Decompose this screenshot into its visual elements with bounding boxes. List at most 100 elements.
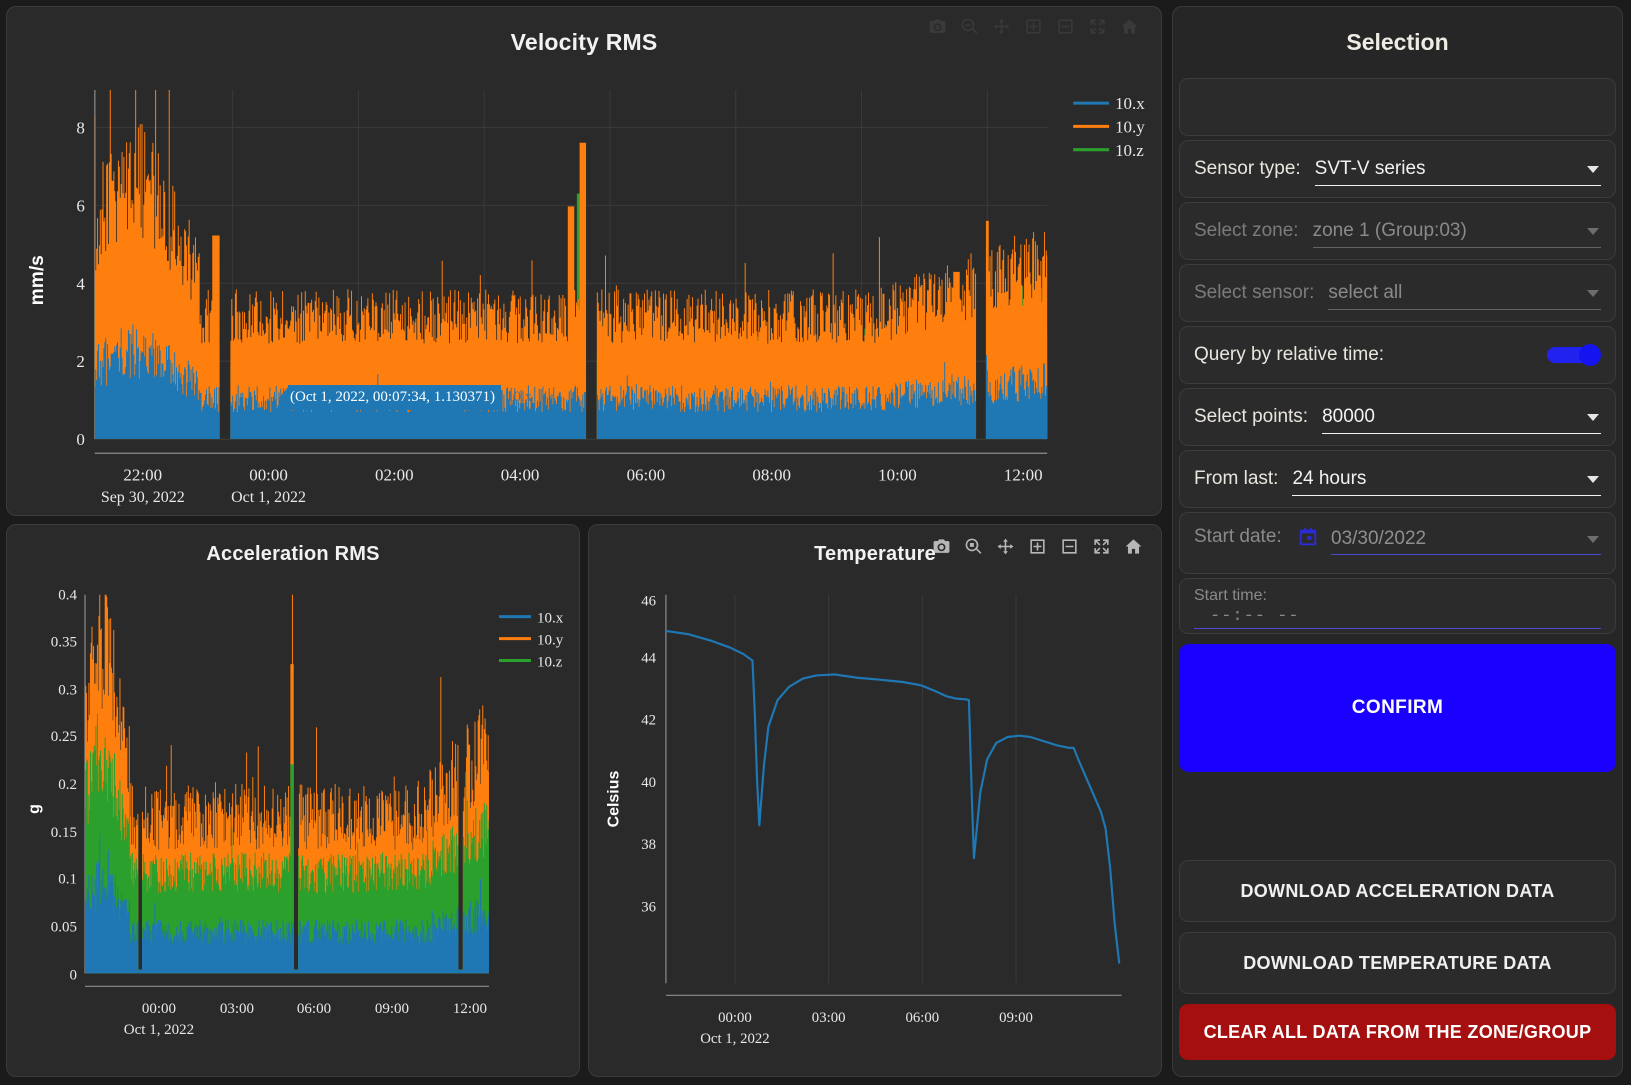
svg-text:10.x: 10.x — [1115, 94, 1145, 113]
svg-text:00:00: 00:00 — [142, 1001, 176, 1017]
svg-text:10.y: 10.y — [1115, 117, 1145, 136]
velocity-plot: 0 2 4 6 8 mm/s 22:00 00:00 02:00 04:00 0… — [7, 7, 1161, 515]
velocity-legend: 10.x 10.y 10.z — [1073, 94, 1145, 160]
svg-text:46: 46 — [641, 594, 656, 610]
svg-text:0.3: 0.3 — [58, 682, 77, 698]
svg-text:00:00: 00:00 — [249, 465, 288, 484]
svg-text:44: 44 — [641, 650, 656, 666]
temperature-gridlines — [735, 595, 1016, 984]
download-temperature-button[interactable]: DOWNLOAD TEMPERATURE DATA — [1179, 932, 1616, 994]
svg-text:00:00: 00:00 — [718, 1010, 752, 1026]
select-sensor-select[interactable]: select all — [1328, 276, 1601, 310]
start-time-row[interactable]: Start time: --:-- -- — [1179, 578, 1616, 634]
svg-text:04:00: 04:00 — [501, 465, 540, 484]
acceleration-plot: 0 0.05 0.1 0.15 0.2 0.25 0.3 0.35 0.4 g … — [7, 525, 579, 1076]
acceleration-traces — [85, 556, 489, 973]
svg-text:08:00: 08:00 — [752, 465, 791, 484]
start-time-input[interactable]: --:-- -- — [1194, 607, 1601, 629]
velocity-traces — [95, 65, 1047, 439]
from-last-label: From last: — [1194, 468, 1278, 490]
svg-text:06:00: 06:00 — [905, 1010, 939, 1026]
bottom-charts-row: Acceleration RMS 0 0.05 0.1 0.15 — [6, 524, 1162, 1077]
query-relative-time-row[interactable]: Query by relative time: — [1179, 326, 1616, 384]
select-sensor-row[interactable]: Select sensor: select all — [1179, 264, 1616, 322]
acceleration-x-ticks: 00:00 03:00 06:00 09:00 12:00 Oct 1, 202… — [124, 1001, 487, 1038]
chevron-down-icon[interactable] — [1587, 290, 1599, 297]
select-points-select[interactable]: 80000 — [1322, 400, 1601, 434]
select-sensor-label: Select sensor: — [1194, 282, 1314, 304]
confirm-button[interactable]: CONFIRM — [1179, 644, 1616, 772]
svg-text:Oct 1, 2022: Oct 1, 2022 — [124, 1022, 194, 1038]
clear-all-data-button[interactable]: CLEAR ALL DATA FROM THE ZONE/GROUP — [1179, 1004, 1616, 1060]
svg-text:10.y: 10.y — [537, 633, 564, 649]
svg-text:42: 42 — [641, 712, 656, 728]
svg-text:22:00: 22:00 — [123, 465, 162, 484]
svg-text:0.2: 0.2 — [58, 777, 77, 793]
svg-text:10.z: 10.z — [537, 655, 563, 671]
svg-text:0.25: 0.25 — [51, 729, 77, 745]
dashboard-root: Velocity RMS — [0, 0, 1631, 1085]
svg-text:Oct 1, 2022: Oct 1, 2022 — [700, 1031, 769, 1047]
svg-text:0.15: 0.15 — [51, 825, 77, 841]
start-time-label: Start time: — [1194, 587, 1601, 605]
query-relative-time-toggle[interactable] — [1547, 344, 1601, 366]
svg-text:06:00: 06:00 — [627, 465, 666, 484]
sensor-type-select[interactable]: SVT-V series — [1315, 152, 1601, 186]
velocity-y-ticks: 0 2 4 6 8 — [76, 118, 85, 449]
svg-text:09:00: 09:00 — [999, 1010, 1033, 1026]
select-points-row[interactable]: Select points: 80000 — [1179, 388, 1616, 446]
acceleration-y-ticks: 0 0.05 0.1 0.15 0.2 0.25 0.3 0.35 0.4 — [51, 588, 78, 984]
svg-text:0.1: 0.1 — [58, 872, 77, 888]
chevron-down-icon[interactable] — [1587, 536, 1599, 543]
selection-title: Selection — [1179, 13, 1616, 74]
svg-text:0.05: 0.05 — [51, 920, 77, 936]
select-zone-label: Select zone: — [1194, 220, 1299, 242]
start-date-input[interactable]: 03/30/2022 — [1331, 523, 1601, 555]
svg-text:Oct 1, 2022: Oct 1, 2022 — [231, 489, 306, 506]
selection-card: Selection Sensor type: SVT-V series Sele… — [1172, 6, 1623, 1077]
svg-text:8: 8 — [76, 118, 84, 137]
start-date-value: 03/30/2022 — [1331, 528, 1426, 550]
acceleration-y-axis-label: g — [26, 804, 43, 814]
start-date-label: Start date: — [1194, 523, 1289, 551]
calendar-icon[interactable] — [1297, 526, 1319, 548]
sidebar-spacer — [1179, 776, 1616, 850]
svg-text:0.4: 0.4 — [58, 588, 77, 604]
svg-text:12:00: 12:00 — [453, 1001, 487, 1017]
from-last-row[interactable]: From last: 24 hours — [1179, 450, 1616, 508]
svg-text:10:00: 10:00 — [878, 465, 917, 484]
svg-text:2: 2 — [76, 352, 84, 371]
chevron-down-icon[interactable] — [1587, 228, 1599, 235]
svg-text:09:00: 09:00 — [375, 1001, 409, 1017]
charts-column: Velocity RMS — [0, 0, 1168, 1085]
velocity-y-axis-label: mm/s — [27, 255, 48, 305]
query-relative-time-label: Query by relative time: — [1194, 344, 1384, 366]
sensor-type-row[interactable]: Sensor type: SVT-V series — [1179, 140, 1616, 198]
temperature-plot: 36 38 40 42 44 46 Celsius 00:00 03:00 06… — [589, 525, 1161, 1076]
temperature-x-ticks: 00:00 03:00 06:00 09:00 Oct 1, 2022 — [700, 1010, 1033, 1047]
temperature-y-ticks: 36 38 40 42 44 46 — [641, 594, 656, 916]
chevron-down-icon[interactable] — [1587, 166, 1599, 173]
select-zone-row[interactable]: Select zone: zone 1 (Group:03) — [1179, 202, 1616, 260]
svg-text:0: 0 — [76, 430, 84, 449]
svg-text:38: 38 — [641, 837, 656, 853]
chevron-down-icon[interactable] — [1587, 476, 1599, 483]
svg-text:Sep 30, 2022: Sep 30, 2022 — [101, 489, 185, 506]
select-zone-value: zone 1 (Group:03) — [1313, 220, 1467, 242]
svg-text:4: 4 — [76, 274, 85, 293]
chevron-down-icon[interactable] — [1587, 414, 1599, 421]
svg-text:0.35: 0.35 — [51, 635, 77, 651]
download-acceleration-button[interactable]: DOWNLOAD ACCELERATION DATA — [1179, 860, 1616, 922]
select-zone-select[interactable]: zone 1 (Group:03) — [1313, 214, 1601, 248]
from-last-select[interactable]: 24 hours — [1292, 462, 1601, 496]
status-placeholder-row — [1179, 78, 1616, 136]
start-date-row[interactable]: Start date: 03/30/2022 — [1179, 512, 1616, 574]
svg-text:03:00: 03:00 — [220, 1001, 254, 1017]
sensor-type-label: Sensor type: — [1194, 158, 1301, 180]
temperature-trace — [666, 631, 1119, 964]
selection-sidebar: Selection Sensor type: SVT-V series Sele… — [1168, 0, 1631, 1085]
temperature-panel: Temperature — [588, 524, 1162, 1077]
velocity-rms-panel: Velocity RMS — [6, 6, 1162, 516]
svg-text:10.z: 10.z — [1115, 141, 1144, 160]
svg-text:40: 40 — [641, 775, 656, 791]
